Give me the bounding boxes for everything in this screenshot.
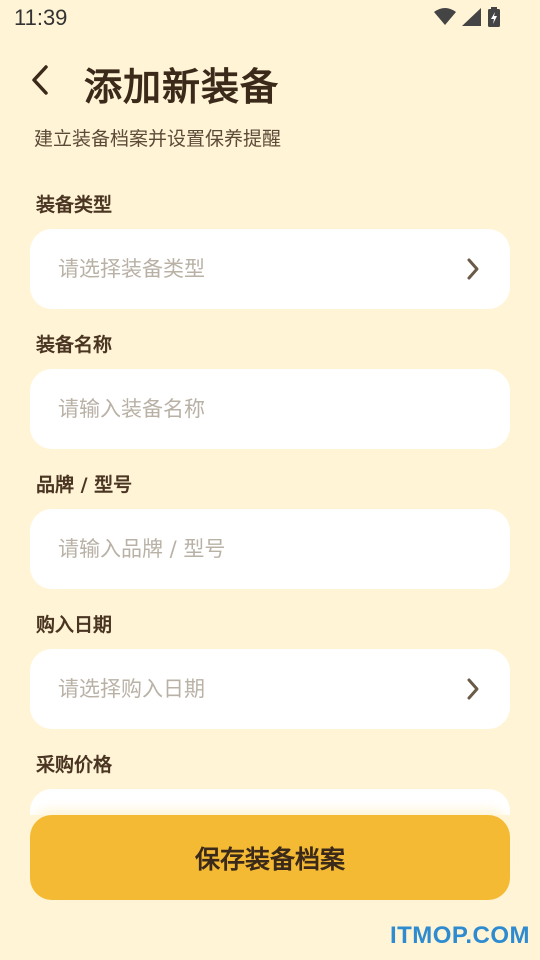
wifi-icon [434,8,456,26]
equipment-name-field-container [30,369,510,449]
brand-model-input[interactable] [30,509,458,589]
purchase-price-label: 采购价格 [36,754,113,776]
equipment-name-input[interactable] [30,369,458,449]
battery-icon [488,7,500,27]
purchase-date-select[interactable]: 请选择购入日期 [30,649,510,729]
page-title: 添加新装备 [84,65,280,109]
page-subtitle: 建立装备档案并设置保养提醒 [34,128,282,150]
equipment-type-label: 装备类型 [36,194,113,216]
purchase-date-placeholder: 请选择购入日期 [58,677,205,701]
equipment-type-placeholder: 请选择装备类型 [58,257,205,281]
purchase-date-label: 购入日期 [36,614,113,636]
brand-model-label: 品牌 / 型号 [36,474,133,496]
save-equipment-button[interactable]: 保存装备档案 [30,815,510,900]
back-button[interactable] [22,60,58,104]
purchase-price-input[interactable] [30,789,510,815]
equipment-type-select[interactable]: 请选择装备类型 [30,229,510,309]
chevron-right-icon [466,257,480,285]
brand-model-field-container [30,509,510,589]
chevron-right-icon [466,677,480,705]
status-bar: 11:39 [0,0,540,36]
status-icons [434,7,500,27]
signal-icon [462,8,482,26]
equipment-name-label: 装备名称 [36,334,113,356]
back-arrow-icon [30,64,50,100]
status-time: 11:39 [14,5,68,30]
watermark-logo: ITMOP.COM [389,922,530,949]
